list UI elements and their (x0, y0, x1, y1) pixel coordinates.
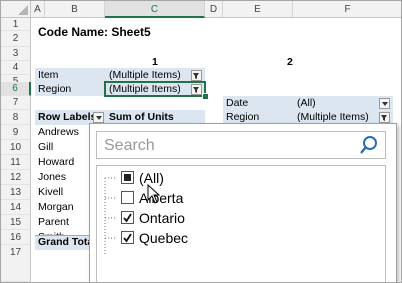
row-header[interactable]: 13 (1, 185, 31, 200)
select-all-corner[interactable] (1, 1, 31, 18)
pivot1-filter-label: Region (38, 83, 72, 95)
checkbox-checked[interactable] (121, 211, 134, 224)
pivot2-number: 2 (287, 56, 293, 68)
filter-dropdown-panel: Search (All) Alberta Ontario Quebec (89, 123, 397, 282)
pivot1-row-label: Howard (38, 156, 75, 168)
grand-total-label: Grand Total (38, 236, 97, 248)
pivot1-row-label: Kivell (38, 186, 64, 198)
row-header[interactable]: 12 (1, 170, 31, 185)
column-header-b[interactable]: B (45, 1, 105, 18)
checkmark-icon (123, 213, 132, 223)
column-header-d[interactable]: D (205, 1, 223, 18)
pivot1-item-filter-button[interactable] (191, 70, 202, 81)
pivot1-row-label: Parent (38, 216, 69, 228)
checkbox-checked[interactable] (121, 231, 134, 244)
pivot2-date-filter-button[interactable] (379, 98, 390, 109)
chevron-down-icon (382, 102, 388, 106)
filter-option-label: Quebec (139, 230, 189, 246)
pivot2-region-filter-button[interactable] (379, 112, 390, 123)
row-header[interactable]: 6 (1, 82, 31, 96)
active-cell-c5[interactable] (104, 81, 206, 97)
filter-items-list: (All) Alberta Ontario Quebec (96, 165, 386, 282)
row-header[interactable]: 11 (1, 155, 31, 170)
row-header[interactable]: 15 (1, 215, 31, 230)
search-placeholder: Search (104, 137, 155, 154)
search-input[interactable]: Search (96, 131, 386, 159)
column-header-f[interactable]: F (293, 1, 401, 18)
row-header[interactable]: 9 (1, 125, 31, 140)
chevron-down-icon (96, 116, 102, 120)
row-header[interactable]: 10 (1, 140, 31, 155)
filter-option-label: Ontario (139, 210, 185, 226)
worksheet: A B C D E F 1 2 3 4 5 6 7 8 9 10 11 12 1… (0, 0, 402, 283)
row-header[interactable]: 4 (1, 61, 31, 75)
row-header[interactable]: 2 (1, 31, 31, 47)
pivot2-filter-label: Date (226, 97, 249, 109)
checkmark-icon (123, 233, 132, 243)
checkbox-unchecked[interactable] (121, 191, 134, 204)
row-header[interactable]: 7 (1, 96, 31, 110)
row-header[interactable]: 16 (1, 230, 31, 245)
pivot1-row-label: Andrews (38, 126, 79, 138)
filter-funnel-icon (381, 115, 387, 121)
search-icon (360, 136, 377, 154)
row-header[interactable]: 8 (1, 110, 31, 125)
column-header-a[interactable]: A (31, 1, 45, 18)
pivot1-row-label: Jones (38, 171, 67, 183)
code-name-title: Code Name: Sheet5 (38, 25, 151, 39)
filter-option-label: Alberta (139, 190, 184, 206)
pivot1-filter-label: Item (38, 69, 59, 81)
row-header[interactable]: 3 (1, 47, 31, 61)
row-labels-header: Row Labels (38, 111, 97, 123)
row-labels-filter-button[interactable] (93, 112, 104, 123)
row-header[interactable]: 17 (1, 245, 31, 282)
mouse-pointer-icon (147, 184, 161, 204)
row-header[interactable]: 1 (1, 18, 31, 31)
pivot1-row-label: Morgan (38, 201, 74, 213)
checkbox-indeterminate[interactable] (121, 171, 134, 184)
filter-funnel-icon (193, 73, 199, 79)
column-header-e[interactable]: E (223, 1, 293, 18)
pivot1-row-label: Gill (38, 141, 54, 153)
row-header[interactable]: 14 (1, 200, 31, 215)
fill-handle[interactable] (202, 93, 209, 100)
column-header-c[interactable]: C (105, 1, 205, 18)
pivot2-filter-value[interactable]: (All) (297, 96, 316, 111)
